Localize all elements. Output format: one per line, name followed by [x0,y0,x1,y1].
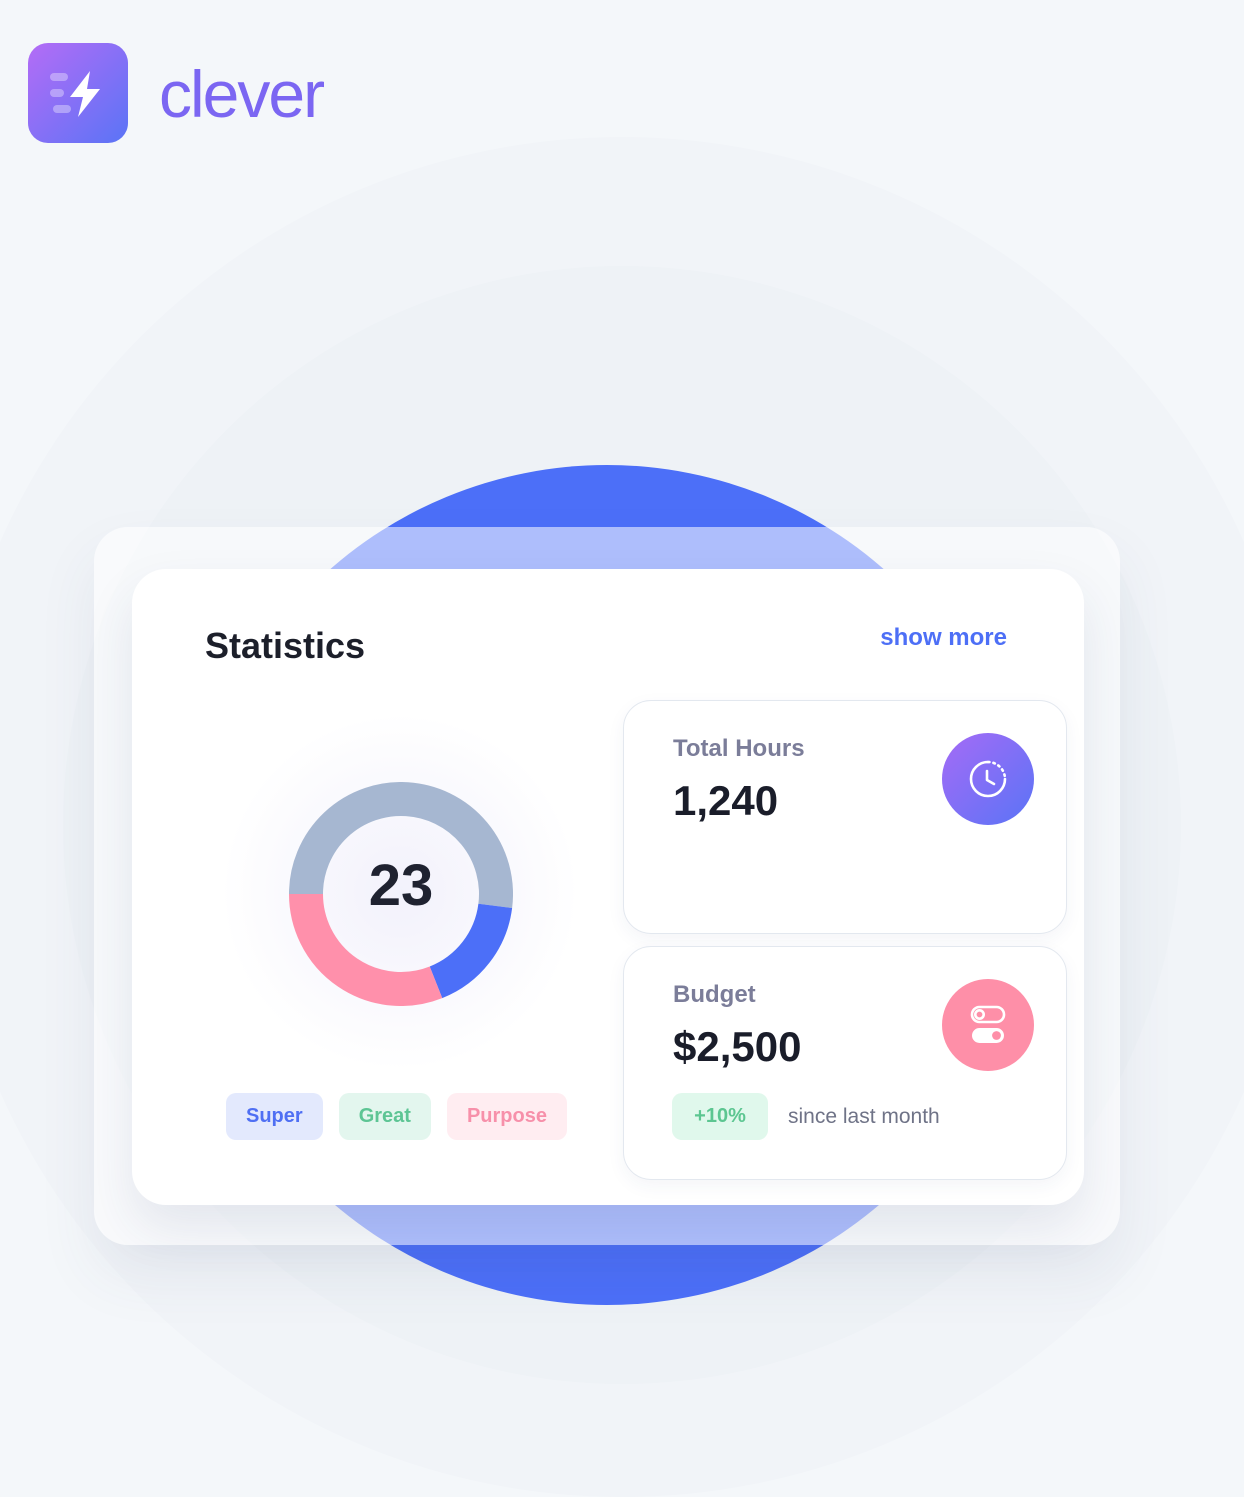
budget-change-badge: +10% [672,1093,768,1140]
brand-name: clever [159,57,325,131]
show-more-link[interactable]: show more [880,624,1007,652]
clock-icon-badge [942,733,1034,825]
toggle-icon-badge [942,979,1034,1071]
toggle-icon [970,1005,1006,1043]
budget-label: Budget [673,981,756,1008]
chart-legend: Super Great Purpose [226,1093,567,1140]
total-hours-card[interactable]: Total Hours 1,240 [623,700,1067,934]
legend-chip-purpose[interactable]: Purpose [446,1093,567,1140]
legend-chip-great[interactable]: Great [338,1093,431,1140]
lightning-bolt-icon [50,71,100,117]
statistics-card: Statistics show more 23 Super Great Purp… [132,569,1084,1205]
budget-change-note: since last month [788,1105,940,1128]
budget-card[interactable]: Budget $2,500 +10% since last month [623,946,1067,1180]
legend-chip-super[interactable]: Super [226,1093,323,1140]
card-title: Statistics [205,625,366,666]
total-hours-value: 1,240 [673,777,779,824]
budget-value: $2,500 [673,1023,802,1070]
clock-icon [969,760,1007,798]
logo-tile [28,43,128,143]
total-hours-label: Total Hours [673,735,805,762]
donut-center-value: 23 [368,853,434,918]
